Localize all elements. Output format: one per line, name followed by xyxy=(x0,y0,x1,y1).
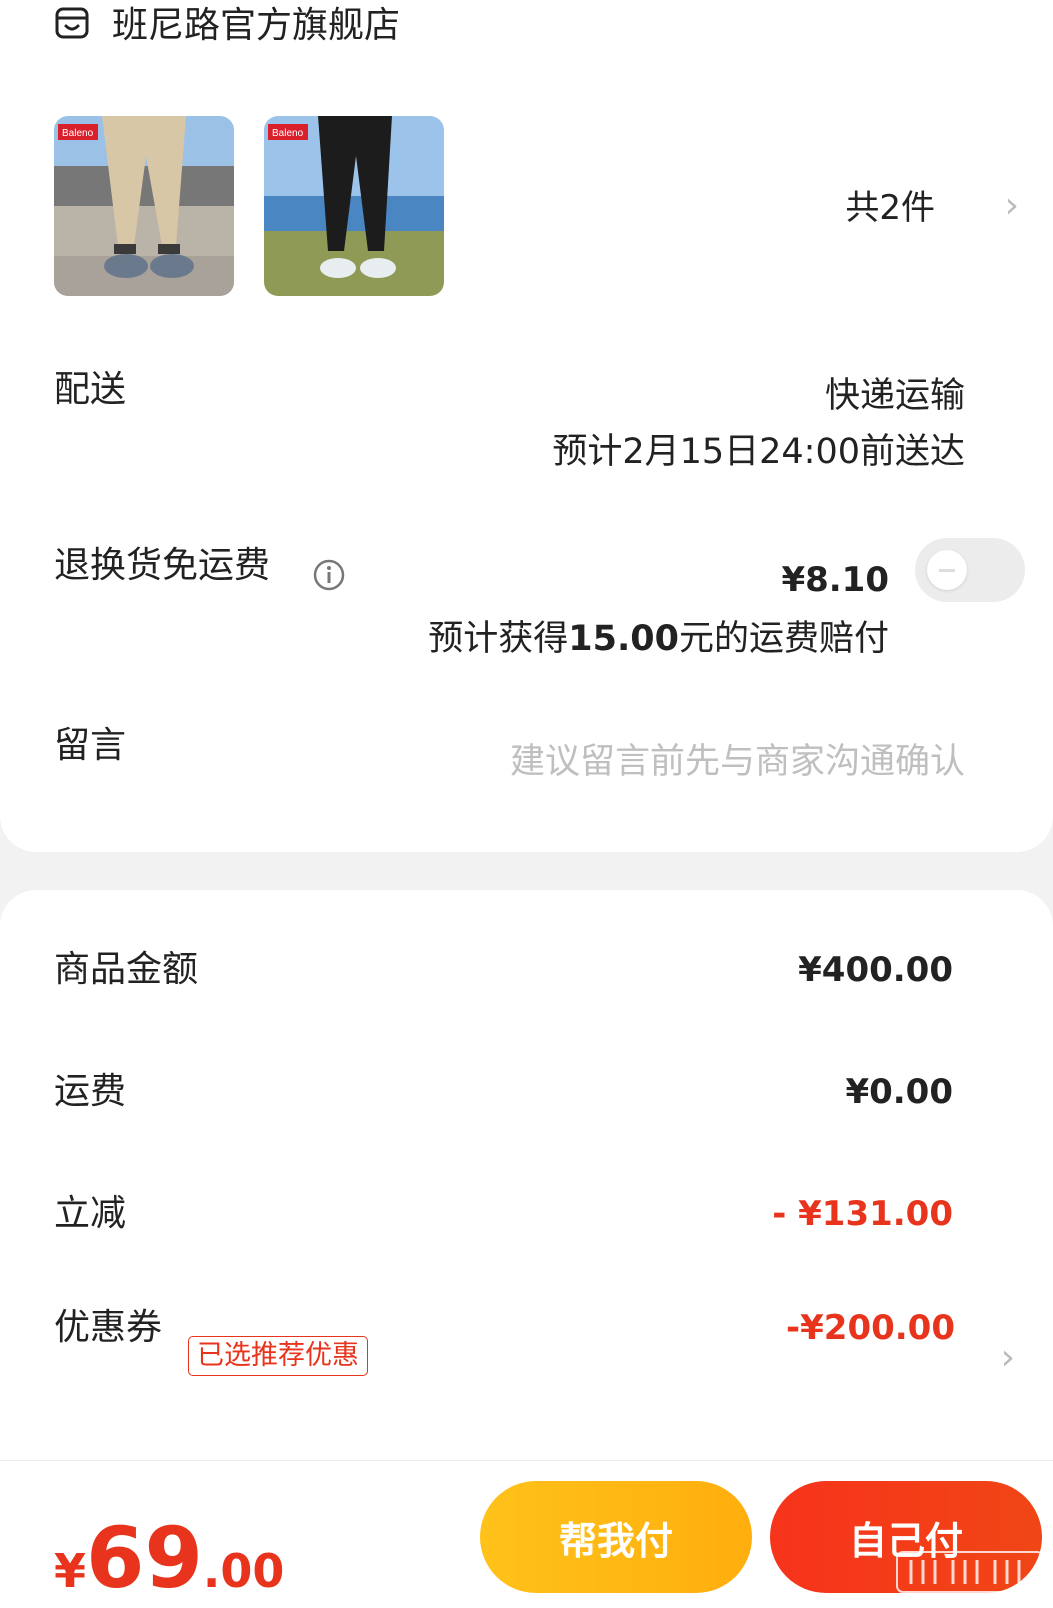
watermark xyxy=(895,1548,1045,1602)
info-icon[interactable] xyxy=(312,558,346,592)
product-thumbnail[interactable]: Baleno xyxy=(54,116,234,296)
product-thumbnail[interactable]: Baleno xyxy=(264,116,444,296)
return-shipping-price: ¥8.10 xyxy=(781,560,889,600)
brand-badge: Baleno xyxy=(62,128,94,139)
brand-badge: Baleno xyxy=(272,128,304,139)
instant-discount-value: - ¥131.00 xyxy=(772,1194,953,1234)
delivery-eta: 预计2月15日24:00前送达 xyxy=(552,432,965,472)
total-price: ¥69.00 xyxy=(54,1509,285,1607)
store-name[interactable]: 班尼路官方旗舰店 xyxy=(112,4,400,48)
chevron-right-icon[interactable]: › xyxy=(1005,186,1019,226)
order-card: 班尼路官方旗舰店 Baleno Baleno 共2件 › 配送 快递运输 预计2… xyxy=(0,0,1053,852)
note-label: 留言 xyxy=(54,725,127,766)
note-input[interactable]: 建议留言前先与商家沟通确认 xyxy=(510,740,965,784)
coupon-label: 优惠券 xyxy=(54,1307,163,1348)
instant-discount-label: 立减 xyxy=(54,1193,127,1234)
return-shipping-label: 退换货免运费 xyxy=(54,545,271,586)
goods-amount-value: ¥400.00 xyxy=(798,950,953,990)
coupon-value[interactable]: -¥200.00 xyxy=(786,1306,955,1350)
watermark-logo xyxy=(896,1551,1044,1593)
store-icon xyxy=(55,7,89,39)
return-shipping-toggle[interactable] xyxy=(915,538,1025,602)
delivery-mode: 快递运输 xyxy=(824,376,965,416)
goods-amount-label: 商品金额 xyxy=(54,949,199,990)
help-me-pay-button[interactable]: 帮我付 xyxy=(480,1481,752,1593)
chevron-right-icon[interactable]: › xyxy=(1001,1338,1015,1378)
shipping-fee-label: 运费 xyxy=(54,1071,127,1112)
return-shipping-compensation: 预计获得15.00元的运费赔付 xyxy=(428,619,889,659)
black-pants-image: Baleno xyxy=(264,116,444,296)
delivery-label: 配送 xyxy=(54,369,127,410)
shipping-fee-value: ¥0.00 xyxy=(845,1072,953,1112)
toggle-knob xyxy=(927,550,967,590)
item-count[interactable]: 共2件 xyxy=(845,186,935,230)
coupon-tag: 已选推荐优惠 xyxy=(188,1336,368,1376)
khaki-pants-image: Baleno xyxy=(54,116,234,296)
